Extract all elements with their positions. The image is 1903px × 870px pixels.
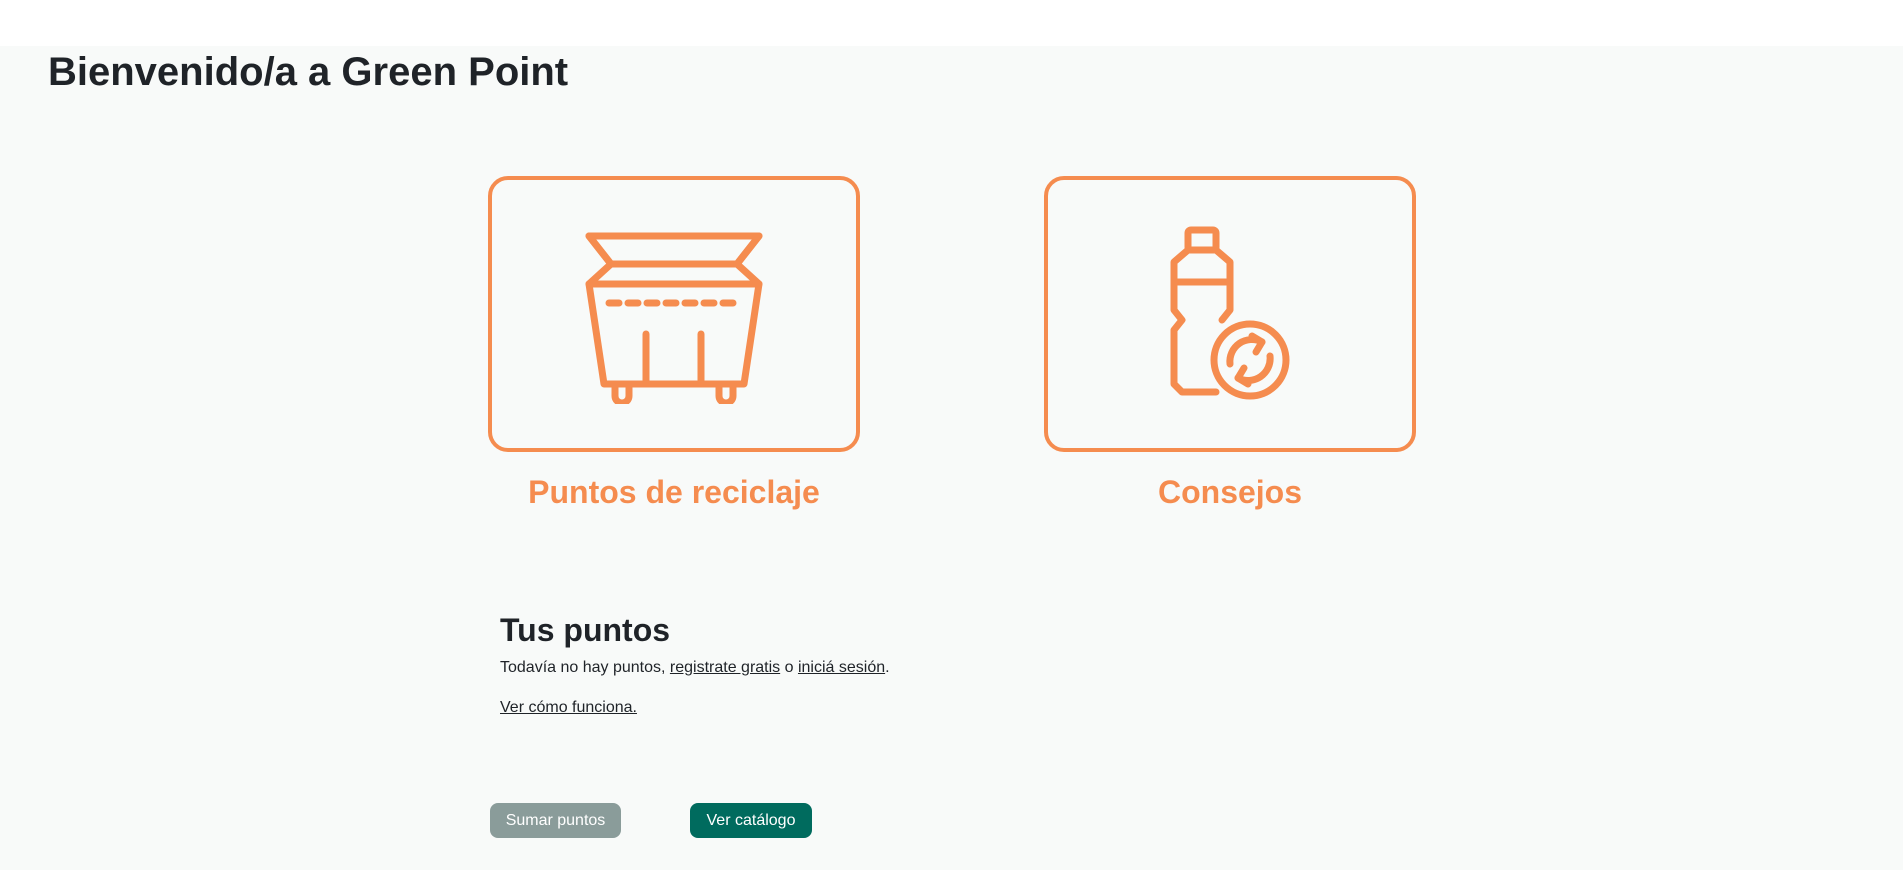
view-catalog-button[interactable]: Ver catálogo	[690, 803, 812, 838]
login-link[interactable]: iniciá sesión	[798, 659, 885, 676]
recycling-bin-icon	[585, 232, 763, 404]
tips-card[interactable]	[1044, 176, 1416, 452]
add-points-button[interactable]: Sumar puntos	[490, 803, 621, 838]
register-link[interactable]: registrate gratis	[670, 659, 780, 676]
recycling-points-label[interactable]: Puntos de reciclaje	[488, 470, 860, 514]
page-title: Bienvenido/a a Green Point	[48, 50, 569, 94]
recycling-points-card[interactable]	[488, 176, 860, 452]
points-text-prefix: Todavía no hay puntos,	[500, 659, 670, 676]
top-bar	[0, 0, 1903, 46]
main-content	[0, 46, 1903, 870]
tips-label[interactable]: Consejos	[1044, 470, 1416, 514]
points-message: Todavía no hay puntos, registrate gratis…	[500, 657, 890, 679]
recycle-bottle-icon	[1170, 226, 1290, 400]
points-text-middle: o	[780, 659, 798, 676]
how-it-works-link[interactable]: Ver cómo funciona.	[500, 697, 637, 719]
points-text-suffix: .	[885, 659, 890, 676]
points-title: Tus puntos	[500, 612, 671, 648]
